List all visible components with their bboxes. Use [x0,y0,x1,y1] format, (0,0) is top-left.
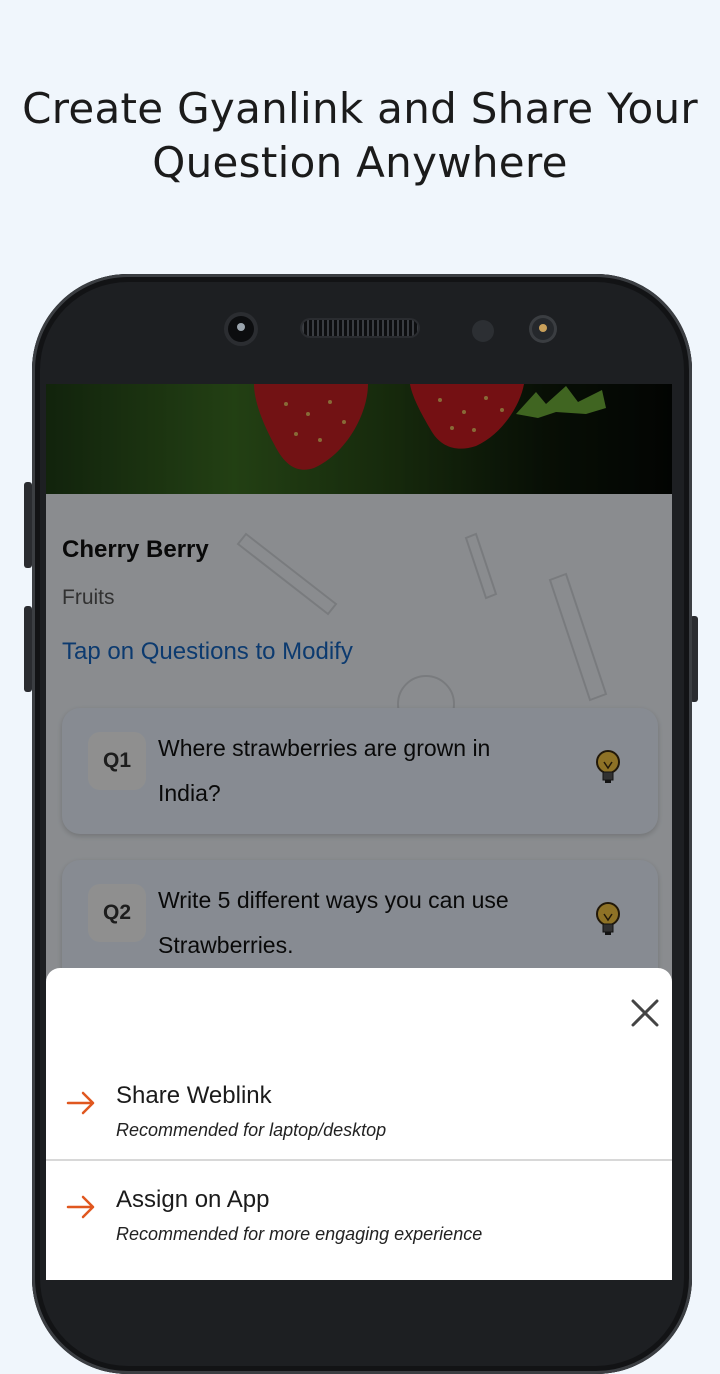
option-subtitle: Recommended for laptop/desktop [116,1120,387,1140]
option-subtitle: Recommended for more engaging experience [116,1224,483,1244]
option-divider [46,1159,672,1161]
front-camera [228,316,254,342]
headline-line-2: Question Anywhere [152,138,568,187]
phone-screen: Cherry Berry Fruits Tap on Questions to … [46,384,672,1280]
option-title: Share Weblink [116,1082,272,1109]
share-bottom-sheet: Share Weblink Recommended for laptop/des… [46,968,672,1280]
headline: Create Gyanlink and Share Your Question … [0,82,720,190]
phone-volume-down-button [24,606,32,692]
close-icon[interactable] [630,998,660,1028]
arrow-right-icon [66,1195,95,1219]
phone-volume-up-button [24,482,32,568]
headline-line-1: Create Gyanlink and Share Your [22,84,698,133]
earpiece-speaker [302,320,418,336]
option-title: Assign on App [116,1186,270,1213]
proximity-sensor [472,320,494,342]
assign-on-app-option[interactable]: Assign on App Recommended for more engag… [46,1178,672,1278]
front-flash [532,318,554,340]
arrow-right-icon [66,1091,95,1115]
